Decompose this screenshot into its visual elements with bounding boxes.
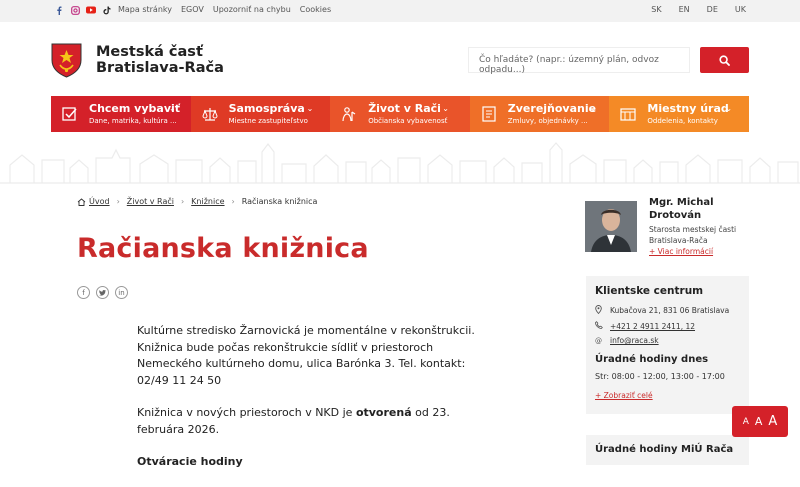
email-row[interactable]: @ info@raca.sk [595, 336, 740, 345]
chevron-down-icon: ⌄ [725, 104, 733, 113]
skyline-decoration [0, 140, 800, 184]
address-row: Kubačova 21, 831 06 Bratislava [595, 305, 740, 316]
social-links [54, 5, 112, 15]
scales-icon [202, 108, 218, 121]
nav-subtitle: Oddelenia, kontakty [647, 117, 718, 125]
location-pin-icon [595, 305, 605, 316]
search-input[interactable]: Čo hľadáte? (napr.: územný plán, odvoz o… [468, 47, 690, 75]
office-hours-box: Úradné hodiny MiÚ Rača [586, 435, 749, 465]
phone-icon [595, 321, 605, 331]
client-center-box: Klientske centrum Kubačova 21, 831 06 Br… [586, 276, 749, 414]
font-size-medium-button[interactable]: A [755, 415, 763, 428]
cookies-link[interactable]: Cookies [300, 5, 331, 14]
breadcrumb-home[interactable]: Úvod [89, 197, 110, 206]
breadcrumb-kniznice[interactable]: Knižnice [191, 197, 224, 206]
nav-samosprava[interactable]: Samospráva Miestne zastupiteľstvo ⌄ [190, 96, 331, 132]
lang-uk[interactable]: UK [735, 5, 746, 14]
phone-row[interactable]: +421 2 4911 2411, 12 [595, 321, 740, 331]
search-icon [719, 54, 730, 66]
mayor-name: Mgr. Michal Drotován [649, 196, 714, 222]
mayor-photo [585, 201, 637, 252]
egov-link[interactable]: EGOV [181, 5, 204, 14]
top-links: Mapa stránky EGOV Upozorniť na chybu Coo… [118, 5, 331, 14]
mayor-name-line1: Mgr. Michal [649, 197, 714, 208]
nav-chcem-vybavit[interactable]: Chcem vybaviť Dane, matrika, kultúra ...… [51, 96, 191, 132]
nav-subtitle: Občianska vybavenosť [368, 117, 448, 125]
phone-link[interactable]: +421 2 4911 2411, 12 [610, 322, 695, 331]
hours-title: Úradné hodiny dnes [595, 354, 709, 365]
logo-line1: Mestská časť [96, 44, 203, 60]
building-icon [620, 108, 636, 121]
nav-title: Samospráva [228, 102, 305, 115]
share-buttons: f in [77, 286, 128, 299]
mayor-name-line2: Drotován [649, 210, 702, 221]
nav-title: Miestny úrad [647, 102, 729, 115]
chevron-right-icon: › [180, 197, 185, 206]
hours-text: Str: 08:00 - 12:00, 13:00 - 17:00 [595, 372, 725, 381]
nav-title: Život v Rači [368, 102, 441, 115]
report-error-link[interactable]: Upozorniť na chybu [213, 5, 291, 14]
language-switcher: SK EN DE UK [651, 5, 746, 14]
nav-subtitle: Miestne zastupiteľstvo [228, 117, 308, 125]
chevron-right-icon: › [116, 197, 120, 206]
chevron-down-icon: ⌄ [169, 104, 176, 113]
top-bar: Mapa stránky EGOV Upozorniť na chybu Coo… [0, 0, 800, 22]
document-icon [482, 106, 496, 122]
paragraph: Knižnica v nových priestoroch v NKD je o… [137, 405, 482, 438]
site-logo[interactable]: Mestská časť Bratislava-Rača [50, 42, 224, 78]
logo-line2: Bratislava-Rača [96, 60, 224, 76]
nav-subtitle: Dane, matrika, kultúra ... [89, 117, 177, 125]
font-size-small-button[interactable]: A [743, 417, 749, 427]
client-center-title: Klientske centrum [595, 285, 704, 297]
share-facebook-icon[interactable]: f [77, 286, 90, 299]
lang-sk[interactable]: SK [651, 5, 661, 14]
breadcrumb: Úvod › Život v Rači › Knižnice › Račians… [77, 197, 317, 206]
breadcrumb-zivot-v-raci[interactable]: Život v Rači [127, 197, 174, 206]
lang-en[interactable]: EN [679, 5, 690, 14]
nav-miestny-urad[interactable]: Miestny úrad Oddelenia, kontakty ⌄ [609, 96, 749, 132]
crest-icon [51, 43, 82, 78]
at-icon: @ [595, 336, 602, 345]
page-title: Račianska knižnica [77, 233, 369, 264]
font-size-large-button[interactable]: A [768, 414, 777, 429]
show-all-hours-link[interactable]: + Zobraziť celé [595, 391, 740, 400]
sitemap-link[interactable]: Mapa stránky [118, 5, 172, 14]
breadcrumb-current: Račianska knižnica [241, 197, 318, 206]
tiktok-icon[interactable] [102, 5, 112, 15]
chevron-down-icon: ⌄ [589, 104, 597, 113]
mayor-role: Starosta mestskej časti Bratislava-Rača [649, 224, 736, 246]
lang-de[interactable]: DE [707, 5, 718, 14]
instagram-icon[interactable] [70, 5, 80, 15]
email-link[interactable]: info@raca.sk [610, 336, 659, 345]
chevron-down-icon: ⌄ [442, 104, 449, 113]
share-twitter-icon[interactable] [96, 286, 109, 299]
section-heading: Otváracie hodiny [137, 455, 243, 468]
paragraph: Kultúrne stredisko Žarnovická je momentá… [137, 324, 475, 387]
nav-zivot-v-raci[interactable]: Život v Rači Občianska vybavenosť ⌄ [330, 96, 470, 132]
mayor-more-link[interactable]: + Viac informácií [649, 247, 713, 256]
address-text: Kubačova 21, 831 06 Bratislava [610, 306, 730, 315]
share-linkedin-icon[interactable]: in [115, 286, 128, 299]
article-body: Kultúrne stredisko Žarnovická je momentá… [137, 323, 482, 487]
main-nav: Chcem vybaviť Dane, matrika, kultúra ...… [51, 96, 749, 132]
youtube-icon[interactable] [86, 5, 96, 15]
text-bold: otvorená [355, 406, 412, 419]
search-button[interactable] [700, 47, 749, 73]
mayor-role-line1: Starosta mestskej časti [649, 225, 737, 234]
facebook-icon[interactable] [54, 5, 64, 15]
font-size-controls: A A A [732, 406, 788, 437]
chevron-right-icon: › [231, 197, 235, 206]
mayor-role-line2: Bratislava-Rača [649, 236, 708, 245]
checkbox-icon [62, 107, 77, 121]
chevron-down-icon: ⌄ [306, 104, 314, 113]
home-icon [77, 197, 86, 206]
nav-zverejnovanie[interactable]: Zverejňovanie Zmluvy, objednávky ... ⌄ [469, 96, 610, 132]
person-icon [342, 107, 356, 122]
nav-subtitle: Zmluvy, objednávky ... [507, 117, 588, 125]
text: Knižnica v nových priestoroch v NKD je [137, 406, 356, 419]
